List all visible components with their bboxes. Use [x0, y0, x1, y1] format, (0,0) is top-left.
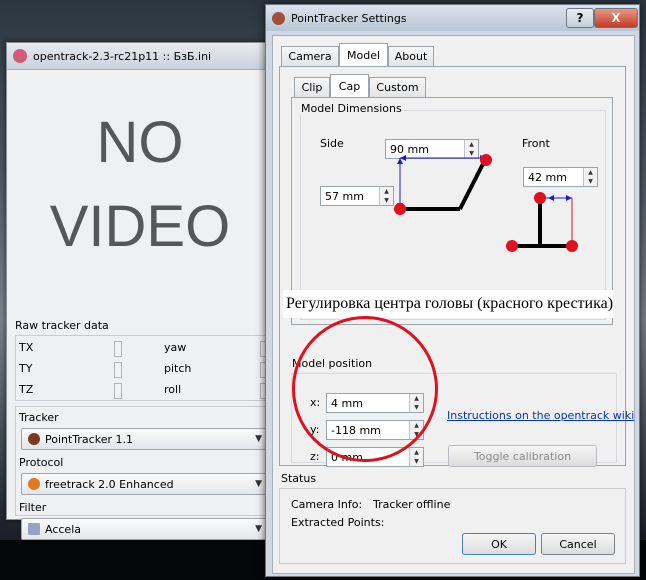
- raw-pitch-label: pitch: [164, 362, 192, 375]
- opentrack-wiki-link[interactable]: Instructions on the opentrack wiki: [447, 409, 634, 422]
- extracted-points-label: Extracted Points:: [291, 516, 385, 529]
- chevron-down-icon: ▼: [255, 434, 262, 444]
- video-preview: NO VIDEO: [15, 76, 265, 306]
- side-point-top: [480, 154, 492, 166]
- raw-tx-label: TX: [19, 341, 34, 354]
- no-video-line-1: NO: [96, 110, 184, 175]
- toggle-calibration-button[interactable]: Toggle calibration: [448, 445, 597, 467]
- no-video-line-2: VIDEO: [49, 194, 231, 259]
- tracker-label: Tracker: [19, 411, 59, 424]
- raw-ty-value: [114, 362, 122, 378]
- opentrack-body: NO VIDEO Raw tracker data TX yaw TY pitc…: [7, 70, 273, 540]
- opentrack-title: opentrack-2.3-rc21p11 :: БзБ.ini: [33, 49, 212, 63]
- chevron-down-icon: ▼: [255, 524, 262, 534]
- tab-about[interactable]: About: [388, 46, 434, 66]
- z-label: z:: [310, 450, 320, 463]
- filter-select-value: Accela: [45, 522, 81, 536]
- close-button[interactable]: X: [594, 8, 638, 28]
- help-button[interactable]: ?: [566, 8, 594, 28]
- chevron-down-icon: ▼: [255, 479, 262, 489]
- pointtracker-app-icon: [272, 11, 285, 25]
- tracker-select[interactable]: PointTracker 1.1 ▼: [21, 428, 267, 450]
- annotation-caption: Регулировка центра головы (красного крес…: [283, 290, 613, 318]
- cancel-button[interactable]: Cancel: [541, 533, 615, 555]
- filter-label: Filter: [19, 501, 47, 514]
- raw-ty-label: TY: [19, 362, 33, 375]
- opentrack-app-icon: [13, 49, 27, 63]
- annotation-highlight-circle: [292, 316, 438, 462]
- tracker-icon: [28, 433, 40, 445]
- side-point-bottom: [394, 203, 406, 215]
- side-slant-bar: [458, 157, 488, 210]
- front-point-right: [566, 240, 578, 252]
- raw-tz-value: [114, 383, 122, 399]
- filter-funnel-icon: [28, 523, 40, 535]
- subtab-custom[interactable]: Custom: [369, 77, 426, 97]
- protocol-select[interactable]: freetrack 2.0 Enhanced ▼: [21, 473, 267, 495]
- camera-info-label: Camera Info:: [291, 498, 363, 511]
- opentrack-window: opentrack-2.3-rc21p11 :: БзБ.ini NO VIDE…: [6, 42, 274, 540]
- subtab-clip[interactable]: Clip: [294, 77, 330, 97]
- protocol-icon: [28, 478, 40, 490]
- opentrack-titlebar[interactable]: opentrack-2.3-rc21p11 :: БзБ.ini: [7, 43, 273, 70]
- raw-roll-label: roll: [164, 383, 182, 396]
- spin-arrows-icon[interactable]: ▲ ▼: [409, 448, 423, 466]
- status-title: Status: [281, 472, 317, 485]
- raw-tracker-label: Raw tracker data: [15, 319, 109, 332]
- front-point-left: [506, 240, 518, 252]
- ok-button[interactable]: OK: [462, 533, 536, 555]
- camera-info-value: Tracker offline: [373, 498, 451, 511]
- protocol-select-value: freetrack 2.0 Enhanced: [45, 477, 174, 491]
- arrow-head-icon: [548, 195, 554, 201]
- raw-yaw-label: yaw: [164, 341, 187, 354]
- raw-tracker-panel: TX yaw TY pitch TZ roll: [15, 335, 271, 401]
- protocol-label: Protocol: [19, 456, 64, 469]
- tab-camera[interactable]: Camera: [281, 46, 339, 66]
- tracker-select-value: PointTracker 1.1: [45, 432, 133, 446]
- tab-model[interactable]: Model: [339, 43, 388, 66]
- filter-select[interactable]: Accela ▼: [21, 518, 267, 540]
- raw-tz-label: TZ: [19, 383, 34, 396]
- front-point-top: [534, 192, 546, 204]
- settings-title: PointTracker Settings: [291, 11, 407, 25]
- raw-tx-value: [114, 341, 122, 357]
- arrow-head-icon: [566, 195, 572, 201]
- subtab-cap[interactable]: Cap: [330, 74, 369, 97]
